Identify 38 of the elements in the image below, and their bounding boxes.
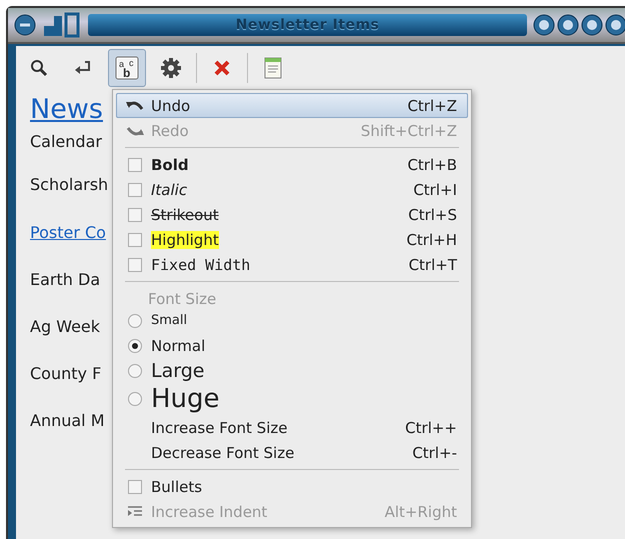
minimize-button[interactable]: [557, 14, 579, 36]
shade-button[interactable]: [533, 14, 555, 36]
item-title: Calendar: [30, 132, 102, 150]
frame-ornament-icon: [42, 12, 82, 38]
menu-item[interactable]: Highlight Ctrl+H: [116, 227, 468, 252]
menu-section-header: Font Size: [147, 289, 218, 308]
delete-icon: [213, 59, 231, 77]
item-link[interactable]: Poster Co: [30, 223, 106, 242]
menu-item[interactable]: Strikeout Ctrl+S: [116, 202, 468, 227]
menu-item[interactable]: Normal: [116, 333, 468, 358]
window-title: Newsletter Items: [88, 14, 527, 36]
close-button[interactable]: [605, 14, 625, 36]
undo-arrow-icon: [126, 100, 144, 112]
menu-item[interactable]: Undo Ctrl+Z: [116, 93, 468, 118]
spell-check-icon: a c b: [115, 56, 139, 80]
search-icon: [30, 59, 48, 77]
menu-item[interactable]: Italic Ctrl+I: [116, 177, 468, 202]
item-title: Scholarsh: [30, 174, 108, 194]
item-title: Ag Week: [30, 317, 100, 336]
indent-icon: [126, 504, 144, 518]
menu-item[interactable]: Small: [116, 308, 468, 333]
menu-item[interactable]: Bullets: [116, 474, 468, 499]
toolbar-button[interactable]: a c b: [108, 49, 146, 87]
window-menu-button[interactable]: [14, 14, 36, 36]
maximize-button[interactable]: [581, 14, 603, 36]
menu-item[interactable]: Increase Font Size Ctrl++: [116, 415, 468, 440]
menu-item[interactable]: Fixed Width Ctrl+T: [116, 252, 468, 277]
redo-arrow-icon: [126, 124, 144, 136]
notepad-icon: [264, 57, 282, 79]
menu-item[interactable]: Large: [116, 358, 468, 383]
item-title: Annual M: [30, 411, 105, 430]
gear-icon: [160, 57, 182, 79]
menu-item[interactable]: Bold Ctrl+B: [116, 152, 468, 177]
item-title: Earth Da: [30, 270, 100, 289]
menu-item[interactable]: Huge: [116, 383, 468, 415]
item-title: County F: [30, 364, 102, 383]
menu-item[interactable]: Decrease Font Size Ctrl+-: [116, 440, 468, 465]
return-arrow-icon: [73, 60, 93, 76]
